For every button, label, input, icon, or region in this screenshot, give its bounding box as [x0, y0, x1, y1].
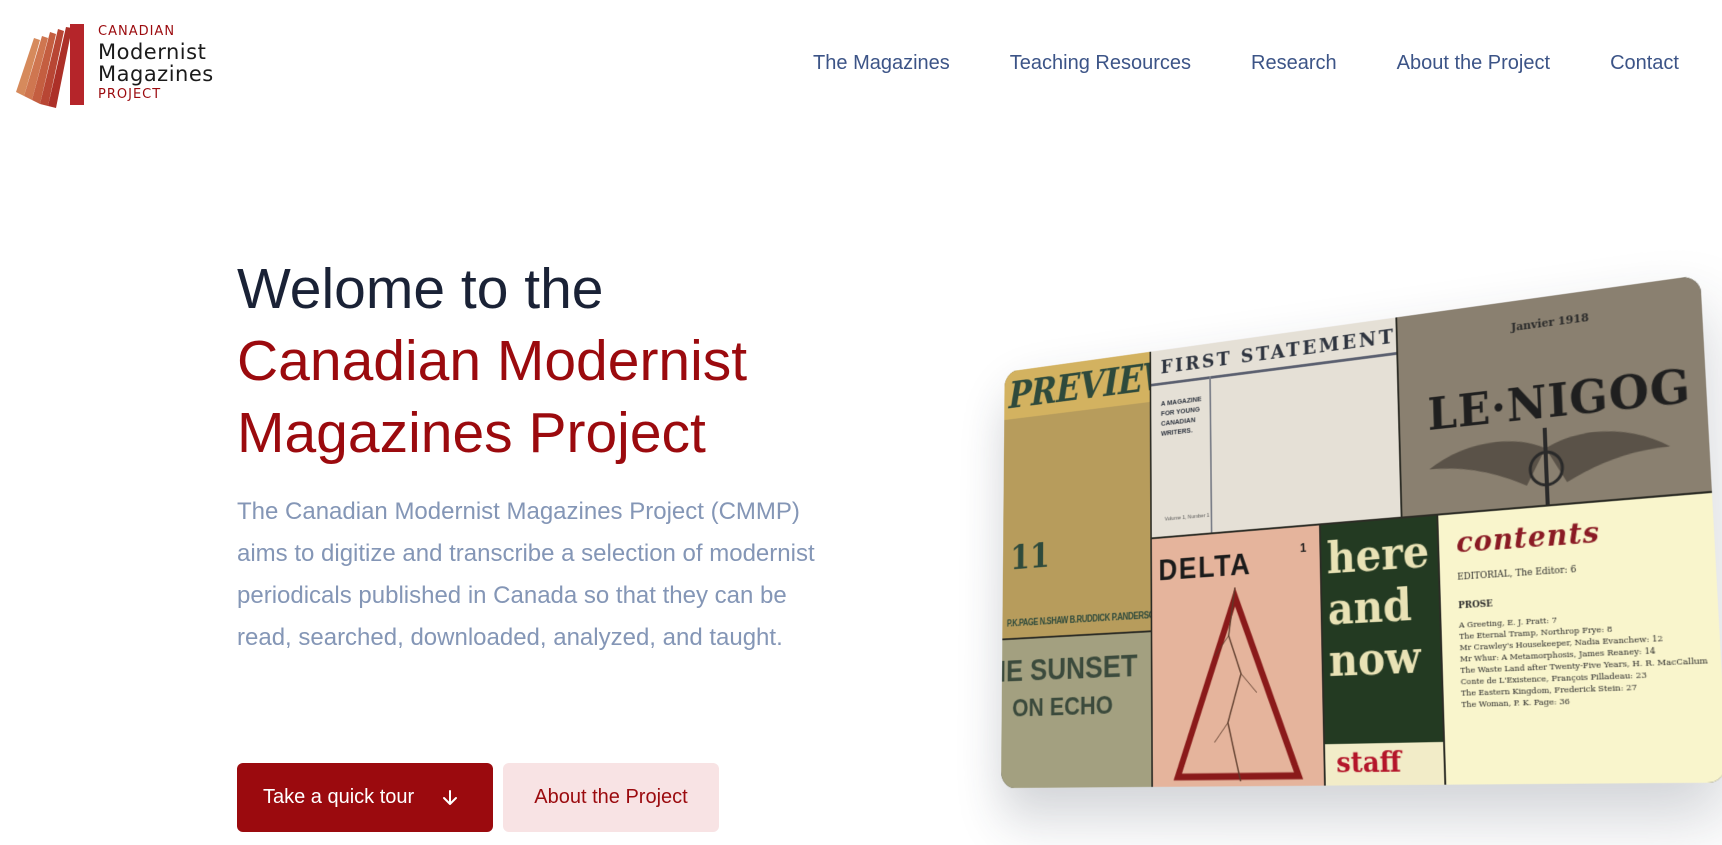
here-and-now-staff: staff: [1335, 744, 1402, 780]
logo-line-magazines: Magazines: [98, 62, 214, 86]
logo-line-modernist: Modernist: [98, 40, 207, 64]
logo-line-canadian: CANADIAN: [98, 24, 176, 39]
delta-issue: 1: [1299, 540, 1307, 555]
logo-wordmark: CANADIAN Modernist Magazines PROJECT: [98, 24, 214, 101]
contents-section: PROSE: [1458, 599, 1494, 612]
logo-line-project: PROJECT: [98, 87, 162, 102]
nav-link-teaching-resources[interactable]: Teaching Resources: [1010, 52, 1191, 75]
first-statement-subtitle: A MAGAZINE FOR YOUNG CANADIAN WRITERS.: [1160, 394, 1202, 438]
magazine-collage: PREVIEW 11 P.K.PAGE N.SHAW B.RUDDICK P.A…: [920, 275, 1722, 789]
contents-editorial: EDITORIAL, The Editor: 6: [1457, 564, 1577, 583]
hero-title-lead: Welome to the: [237, 257, 604, 321]
cover-first-statement: FIRST STATEMENT A MAGAZINE FOR YOUNG CAN…: [1151, 317, 1401, 538]
arrow-down-icon: [443, 789, 458, 805]
preview-issue: 11: [1010, 534, 1050, 578]
books-logo-icon: [16, 24, 84, 108]
contents-title: contents: [1455, 514, 1601, 560]
sunset-line-1: IE SUNSET: [1001, 647, 1138, 689]
cover-le-nigog: Janvier 1918 LE·NIGOG: [1397, 275, 1712, 517]
cover-here-and-now: here and now staff: [1320, 515, 1445, 786]
hero-title-accent: Canadian Modernist Magazines Project: [237, 329, 748, 465]
first-statement-volume: Volume 1, Number 1: [1164, 512, 1210, 523]
quick-tour-button[interactable]: Take a quick tour: [237, 763, 493, 832]
hero-description: The Canadian Modernist Magazines Project…: [237, 498, 815, 651]
main-nav: The Magazines Teaching Resources Researc…: [753, 52, 1679, 75]
nav-link-magazines[interactable]: The Magazines: [813, 52, 950, 75]
nav-link-research[interactable]: Research: [1251, 52, 1337, 75]
about-project-button[interactable]: About the Project: [503, 763, 719, 832]
hero-title: Welome to the Canadian Modernist Magazin…: [237, 253, 837, 469]
sunset-line-2: ON ECHO: [1012, 690, 1113, 723]
cover-sunset: IE SUNSET ON ECHO: [1001, 632, 1152, 789]
contents-list: A Greeting, E. J. Pratt: 7 The Eternal T…: [1459, 606, 1710, 710]
cover-preview: PREVIEW 11 P.K.PAGE N.SHAW B.RUDDICK P.A…: [1002, 351, 1151, 639]
nav-link-contact[interactable]: Contact: [1610, 52, 1679, 75]
site-logo[interactable]: CANADIAN Modernist Magazines PROJECT: [16, 24, 221, 108]
triangle-crack-icon: [1168, 583, 1307, 782]
nav-link-about[interactable]: About the Project: [1397, 52, 1550, 75]
first-statement-divider: [1209, 376, 1213, 533]
delta-title: DELTA: [1158, 546, 1252, 587]
cover-delta: DELTA 1: [1151, 525, 1325, 787]
here-and-now-title: here and now: [1326, 526, 1430, 688]
preview-contributors: P.K.PAGE N.SHAW B.RUDDICK P.ANDERSON F.R…: [1006, 608, 1151, 630]
quick-tour-label: Take a quick tour: [263, 786, 415, 808]
cover-contents: contents EDITORIAL, The Editor: 6 PROSE …: [1438, 492, 1722, 785]
magazine-collage-image: PREVIEW 11 P.K.PAGE N.SHAW B.RUDDICK P.A…: [1001, 275, 1722, 789]
nigog-date: Janvier 1918: [1510, 310, 1590, 335]
